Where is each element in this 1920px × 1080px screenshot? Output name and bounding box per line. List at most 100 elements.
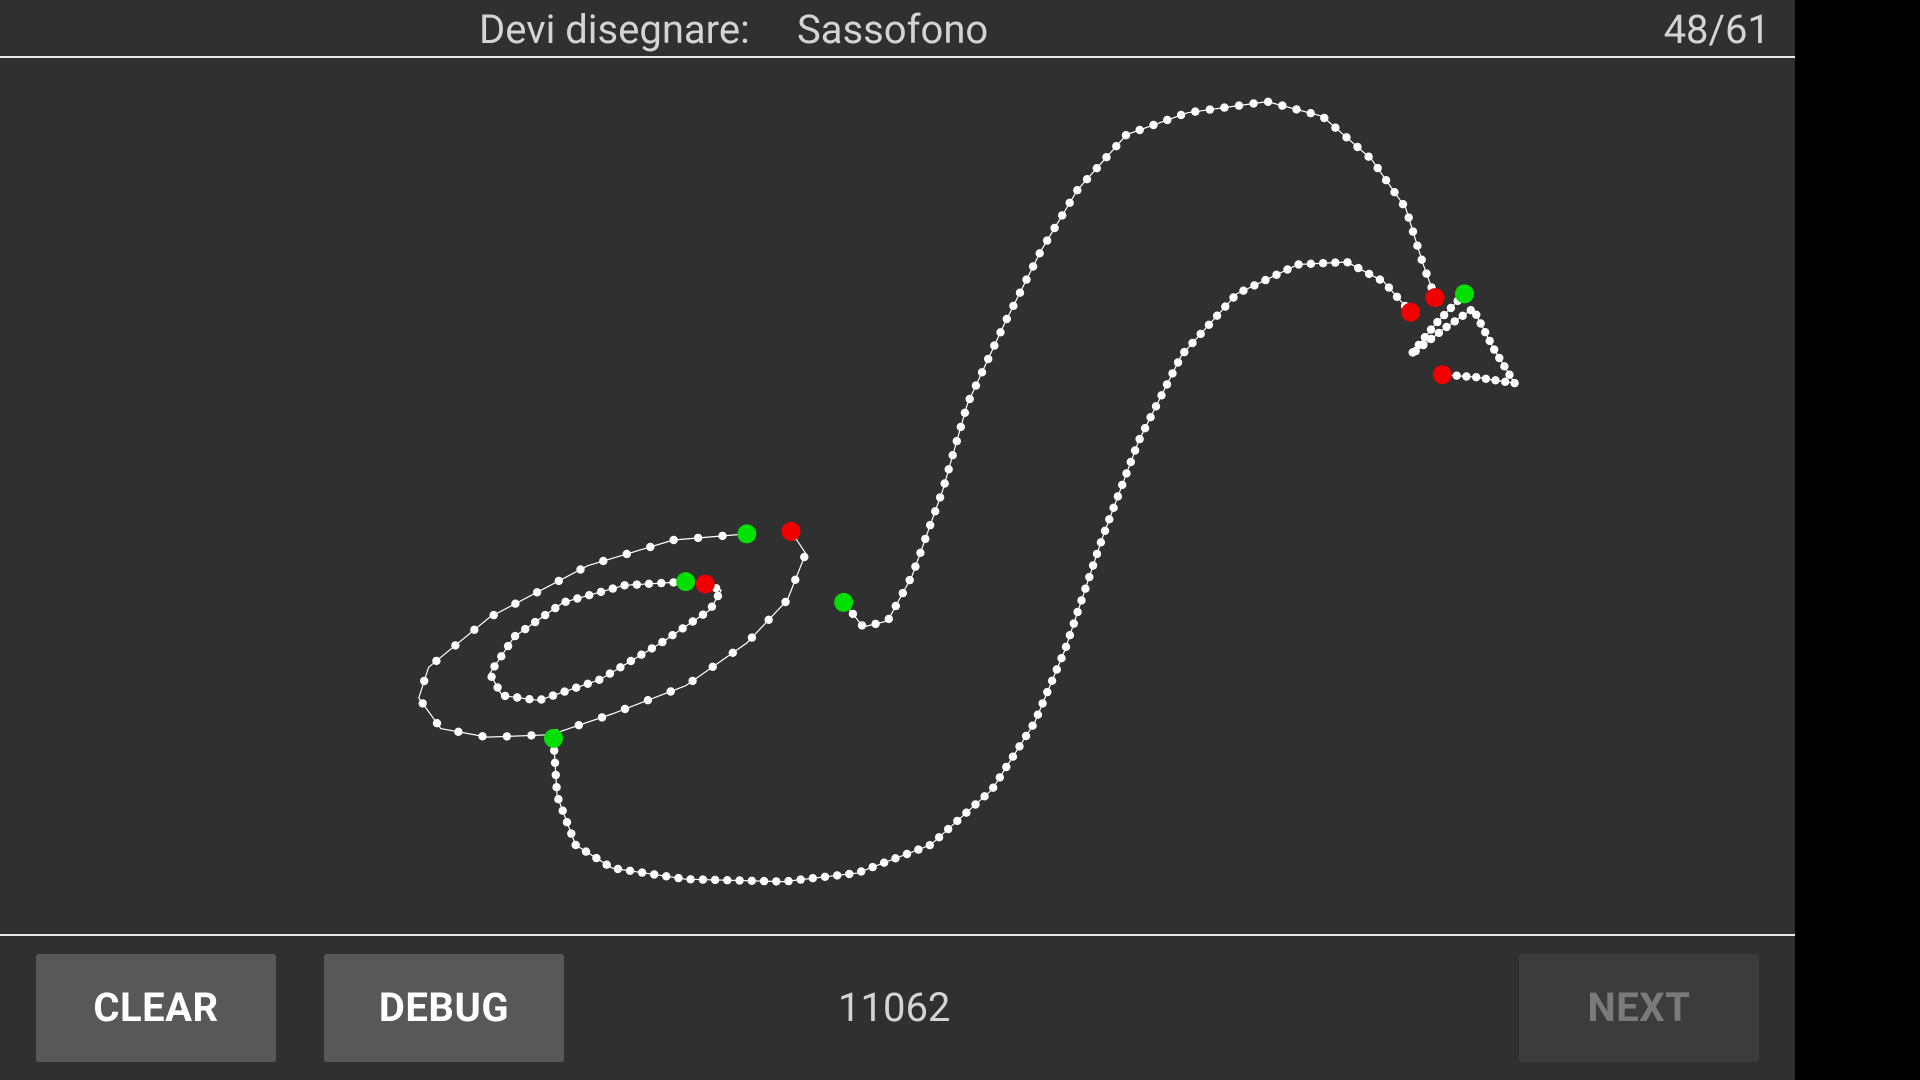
stroke-point xyxy=(1058,211,1067,220)
stroke-point xyxy=(1481,374,1491,383)
stroke-point xyxy=(1002,762,1011,772)
stroke-point xyxy=(1163,115,1172,125)
stroke-point xyxy=(567,829,576,838)
stroke-point xyxy=(868,862,877,872)
stroke-point xyxy=(710,875,720,885)
stroke-point xyxy=(735,876,744,885)
stroke-point xyxy=(1510,378,1519,388)
stroke-point xyxy=(595,675,604,684)
stroke-line xyxy=(843,101,1436,628)
stroke-point xyxy=(1354,263,1363,273)
stroke-point xyxy=(693,533,703,543)
stroke-point xyxy=(576,565,585,574)
stroke-point xyxy=(669,535,678,545)
stroke-point xyxy=(707,602,717,611)
stroke-point xyxy=(723,876,732,885)
stroke-point xyxy=(784,876,793,886)
stroke-point xyxy=(1022,275,1031,284)
stroke-point xyxy=(1061,642,1071,651)
stroke-point xyxy=(1417,255,1426,264)
stroke-point xyxy=(1135,125,1144,135)
stroke-point xyxy=(952,436,961,446)
stroke-point xyxy=(489,610,498,620)
stroke-point xyxy=(747,633,757,642)
stroke-point xyxy=(1135,434,1144,444)
stroke-point xyxy=(857,621,867,630)
clear-button[interactable]: CLEAR xyxy=(36,954,276,1062)
stroke-point xyxy=(800,552,809,562)
stroke-point xyxy=(552,783,561,792)
stroke-point xyxy=(1390,188,1399,197)
stroke-point xyxy=(616,663,625,672)
stroke-point xyxy=(688,617,697,626)
stroke-point xyxy=(1100,526,1110,535)
stroke-point xyxy=(845,869,854,879)
stroke-point xyxy=(574,721,583,730)
stroke-point xyxy=(1434,328,1444,338)
stroke-point xyxy=(1092,549,1102,559)
stroke-point xyxy=(432,656,441,666)
debug-button[interactable]: DEBUG xyxy=(324,954,564,1062)
stroke-point xyxy=(548,691,558,700)
stroke-point xyxy=(1212,311,1222,320)
score-value: 11062 xyxy=(838,984,951,1031)
stroke-point xyxy=(1306,109,1315,118)
stroke-point xyxy=(1069,619,1079,628)
stroke-point xyxy=(1458,311,1467,320)
stroke-point xyxy=(948,451,957,460)
stroke-point xyxy=(796,875,805,884)
stroke-point xyxy=(1168,369,1177,378)
stroke-point xyxy=(1364,152,1373,161)
stroke-point xyxy=(1065,631,1075,640)
stroke-point xyxy=(925,841,934,850)
stroke-point xyxy=(1151,402,1161,411)
stroke-point xyxy=(1043,687,1052,697)
progress-counter: 48/61 xyxy=(1663,6,1770,53)
stroke-point xyxy=(871,619,880,629)
stroke-point xyxy=(808,874,817,883)
stroke-point xyxy=(646,542,655,552)
stroke-point xyxy=(713,591,723,601)
next-button[interactable]: NEXT xyxy=(1519,954,1759,1062)
stroke-point xyxy=(605,669,615,678)
stroke-point xyxy=(1398,200,1408,209)
stroke-point xyxy=(1102,153,1111,162)
stroke-point xyxy=(470,625,479,634)
stroke-point xyxy=(1085,572,1094,582)
stroke-point xyxy=(503,641,513,651)
drawing-strokes xyxy=(418,97,1519,886)
stroke-point xyxy=(418,699,427,708)
stroke-point xyxy=(527,731,536,740)
stroke-point xyxy=(1320,113,1329,123)
stroke-point xyxy=(1306,259,1316,268)
stroke-point xyxy=(585,591,594,600)
stroke-point xyxy=(1038,699,1047,708)
stroke-point xyxy=(531,617,540,627)
stroke-point xyxy=(960,408,970,417)
stroke-point xyxy=(848,609,858,619)
stroke-point xyxy=(558,806,567,815)
stroke-point xyxy=(487,672,496,681)
stroke-point xyxy=(708,662,717,671)
stroke-line xyxy=(552,261,1412,883)
stroke-point xyxy=(718,531,727,541)
stroke-point xyxy=(1331,123,1340,132)
stroke-point xyxy=(1234,101,1244,110)
stroke-point xyxy=(1426,325,1436,334)
stroke-point xyxy=(1105,515,1114,524)
stroke-point xyxy=(1191,107,1200,116)
stroke-point xyxy=(686,875,695,884)
stroke-point xyxy=(521,624,530,634)
stroke-point xyxy=(658,637,667,647)
stroke-point xyxy=(1149,120,1158,130)
stroke-point xyxy=(551,603,560,613)
stroke-point xyxy=(772,877,781,886)
stroke-point xyxy=(1096,538,1106,547)
stroke-start-marker xyxy=(737,524,757,544)
drawing-canvas[interactable] xyxy=(0,58,1795,934)
stroke-start-marker xyxy=(834,592,854,612)
stroke-point xyxy=(554,576,563,586)
stroke-point xyxy=(1204,320,1214,329)
stroke-point xyxy=(551,770,560,780)
stroke-point xyxy=(1292,105,1301,114)
